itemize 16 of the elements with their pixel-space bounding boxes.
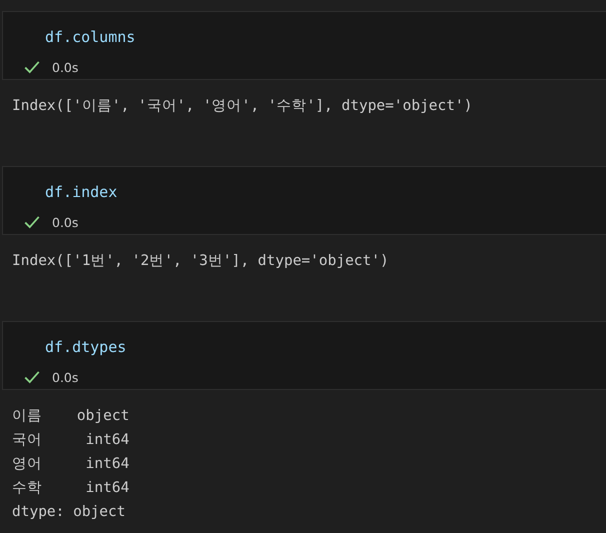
output-line: 영어 int64 xyxy=(12,455,130,474)
output-line: Index(['이름', '국어', '영어', '수학'], dtype='object') xyxy=(12,97,472,116)
code-cell[interactable]: df.dtypes 0.0s xyxy=(2,321,606,390)
output-line: 이름 object xyxy=(12,407,130,426)
code-cell[interactable]: df.index 0.0s xyxy=(2,166,606,235)
output-line: Index(['1번', '2번', '3번'], dtype='object') xyxy=(12,252,389,271)
output-line: 수학 int64 xyxy=(12,479,130,498)
output-line: 국어 int64 xyxy=(12,431,130,450)
execution-time: 0.0s xyxy=(52,60,78,74)
code-line: df.dtypes xyxy=(45,337,126,357)
execution-time: 0.0s xyxy=(52,214,78,230)
code-cell[interactable]: df.columns 0.0s xyxy=(2,11,606,80)
execution-time: 0.0s xyxy=(52,370,78,384)
code-line: df.columns xyxy=(45,27,136,47)
code-line: df.index xyxy=(45,182,118,202)
output-line: dtype: object xyxy=(12,503,126,522)
